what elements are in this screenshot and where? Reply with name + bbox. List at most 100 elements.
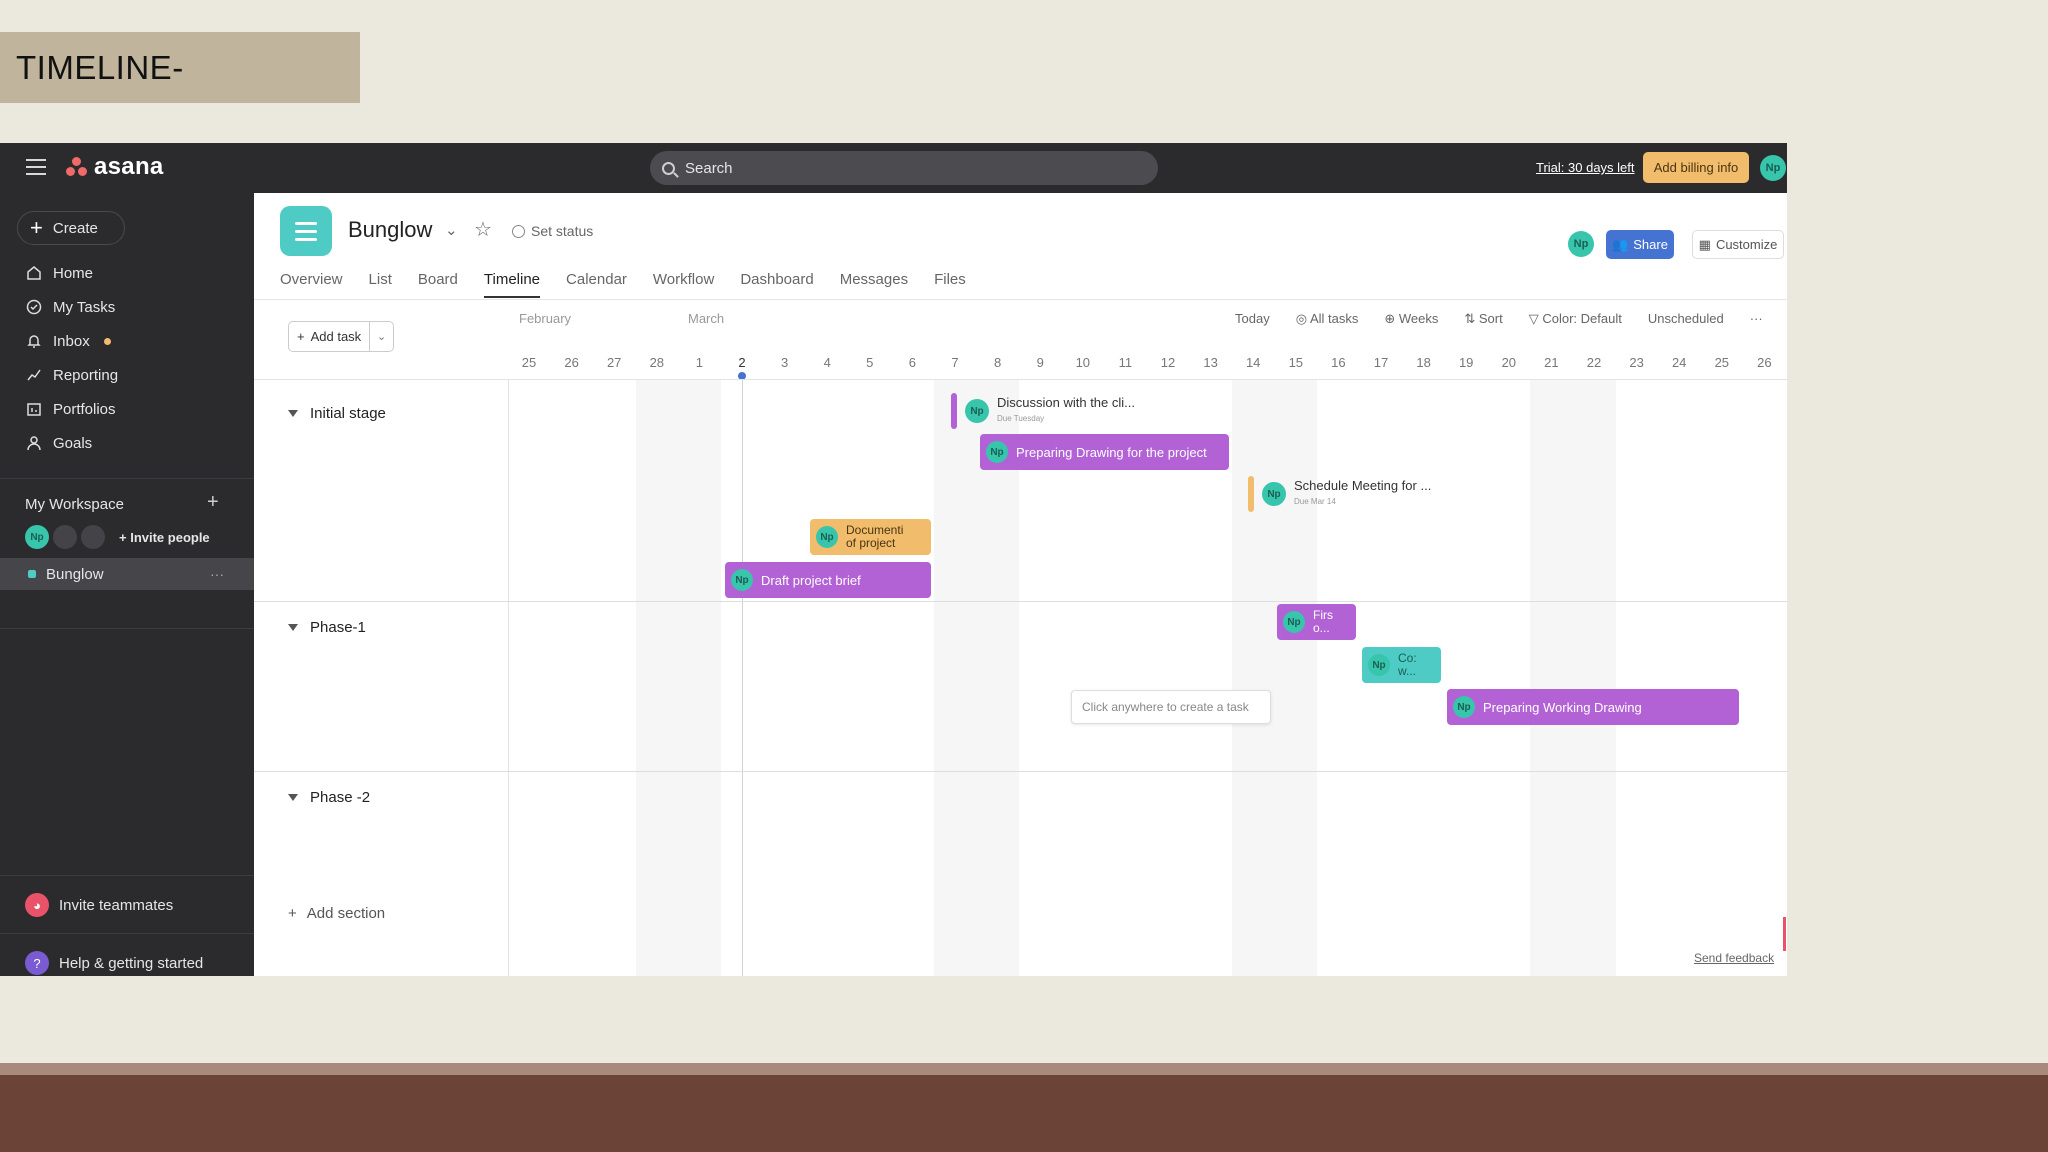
color-button[interactable]: ▽ Color: Default	[1529, 311, 1622, 327]
workspace-members: Np + Invite people	[25, 525, 210, 549]
tab-calendar[interactable]: Calendar	[566, 271, 627, 298]
tab-files[interactable]: Files	[934, 271, 966, 298]
sidebar-divider	[0, 628, 254, 629]
project-list-icon[interactable]	[280, 206, 332, 256]
send-feedback-link[interactable]: Send feedback	[1694, 951, 1774, 965]
project-member-avatar[interactable]: Np	[1568, 231, 1594, 257]
task-assignee-avatar: Np	[816, 526, 838, 548]
timeline-toolbar: Today ◎ All tasks ⊕ Weeks ⇅ Sort ▽ Color…	[1235, 311, 1763, 327]
unscheduled-button[interactable]: Unscheduled	[1648, 311, 1724, 327]
share-button[interactable]: 👥 Share	[1606, 230, 1674, 259]
task-first[interactable]: Np Firs o...	[1277, 604, 1356, 640]
section-initial-stage[interactable]: Initial stage	[288, 405, 386, 422]
add-task-label: Add task	[310, 329, 362, 344]
sort-button[interactable]: ⇅ Sort	[1464, 311, 1502, 327]
date-label: 8	[993, 355, 1002, 370]
customize-button[interactable]: ▦ Customize	[1692, 230, 1784, 259]
sidebar-divider	[0, 933, 254, 934]
task-title: Discussion with the cli...	[997, 395, 1135, 410]
all-tasks-filter[interactable]: ◎ All tasks	[1296, 311, 1359, 327]
asana-logo-icon	[66, 157, 88, 177]
task-preparing-working-drawing[interactable]: Np Preparing Working Drawing	[1447, 689, 1739, 725]
tab-list[interactable]: List	[369, 271, 392, 298]
section-label: Phase -2	[310, 789, 371, 806]
add-section-button[interactable]: + Add section	[288, 905, 385, 922]
task-assignee-avatar: Np	[1453, 696, 1475, 718]
task-documentation[interactable]: Np Documenti of project	[810, 519, 931, 555]
member-avatar[interactable]: Np	[25, 525, 49, 549]
add-task-button[interactable]: + Add task ⌄	[288, 321, 394, 352]
section-phase-1[interactable]: Phase-1	[288, 619, 366, 636]
chevron-down-icon[interactable]: ⌄	[370, 330, 393, 343]
asana-logo[interactable]: asana	[66, 153, 164, 181]
search-input[interactable]: Search	[650, 151, 1158, 185]
weekend-column	[1274, 379, 1318, 976]
add-workspace-item-button[interactable]: +	[207, 491, 219, 514]
project-color-dot	[28, 570, 36, 578]
collapse-triangle-icon[interactable]	[288, 624, 298, 631]
section-phase-2[interactable]: Phase -2	[288, 789, 370, 806]
member-avatar-placeholder	[53, 525, 77, 549]
sidebar-item-label: My Tasks	[53, 298, 116, 316]
sidebar-item-label: Portfolios	[53, 400, 116, 418]
tab-overview[interactable]: Overview	[280, 271, 343, 298]
today-button[interactable]: Today	[1235, 311, 1270, 327]
weekend-column	[635, 379, 679, 976]
header-divider	[254, 379, 1787, 380]
sidebar-item-portfolios[interactable]: Portfolios	[25, 392, 235, 426]
task-schedule-meeting[interactable]: Np Schedule Meeting for ... Due Mar 14	[1248, 476, 1431, 512]
user-avatar[interactable]: Np	[1760, 155, 1786, 181]
trial-link[interactable]: Trial: 30 days left	[1536, 160, 1635, 175]
date-label: 21	[1544, 355, 1559, 370]
plus-icon: +	[288, 905, 297, 922]
date-label: 22	[1586, 355, 1602, 370]
set-status-button[interactable]: Set status	[512, 223, 593, 239]
collapse-triangle-icon[interactable]	[288, 410, 298, 417]
chevron-down-icon[interactable]: ⌄	[445, 221, 458, 239]
invite-people-button[interactable]: + Invite people	[119, 530, 210, 545]
tab-workflow[interactable]: Workflow	[653, 271, 714, 298]
date-label: 24	[1671, 355, 1687, 370]
offscreen-task-indicator[interactable]	[1783, 917, 1786, 951]
task-consult[interactable]: Np Co: w...	[1362, 647, 1441, 683]
task-assignee-avatar: Np	[965, 399, 989, 423]
task-discussion[interactable]: Np Discussion with the cli... Due Tuesday	[951, 393, 1135, 429]
date-label: 19	[1458, 355, 1474, 370]
chart-line-icon	[25, 366, 43, 384]
create-task-hint[interactable]: Click anywhere to create a task	[1071, 690, 1271, 724]
help-icon: ?	[25, 951, 49, 975]
sort-label: Sort	[1478, 311, 1503, 326]
all-tasks-label: All tasks	[1309, 311, 1359, 326]
sort-icon: ⇅	[1464, 311, 1479, 326]
more-options-icon[interactable]: ···	[1750, 311, 1763, 327]
task-preparing-drawing[interactable]: Np Preparing Drawing for the project	[980, 434, 1229, 470]
add-task-main[interactable]: + Add task	[289, 322, 371, 351]
tab-timeline[interactable]: Timeline	[483, 271, 541, 298]
tab-board[interactable]: Board	[418, 271, 458, 298]
tab-dashboard[interactable]: Dashboard	[740, 271, 813, 298]
more-options-icon[interactable]: ···	[210, 566, 224, 582]
weeks-zoom[interactable]: ⊕ Weeks	[1384, 311, 1438, 327]
task-text: Firs o...	[1313, 609, 1333, 635]
slide-footer-line	[0, 1063, 2048, 1075]
add-billing-button[interactable]: Add billing info	[1643, 152, 1749, 183]
hamburger-menu-icon[interactable]	[26, 159, 46, 175]
help-getting-started-button[interactable]: ? Help & getting started	[25, 951, 203, 975]
collapse-triangle-icon[interactable]	[288, 794, 298, 801]
task-draft-project-brief[interactable]: Np Draft project brief	[725, 562, 931, 598]
sidebar-item-goals[interactable]: Goals	[25, 426, 235, 460]
invite-teammates-button[interactable]: ◕ Invite teammates	[25, 893, 173, 917]
date-label: 18	[1416, 355, 1431, 370]
portfolio-icon	[25, 400, 43, 418]
sidebar-project-bunglow[interactable]: Bunglow ···	[0, 558, 254, 590]
project-title[interactable]: Bunglow	[348, 217, 432, 243]
sidebar-item-inbox[interactable]: Inbox	[25, 324, 235, 358]
task-title: Preparing Working Drawing	[1483, 699, 1642, 715]
tab-messages[interactable]: Messages	[840, 271, 908, 298]
sidebar-item-home[interactable]: Home	[25, 256, 235, 290]
sidebar-item-reporting[interactable]: Reporting	[25, 358, 235, 392]
create-button[interactable]: + Create	[17, 211, 125, 245]
date-label: 26	[564, 355, 579, 370]
star-icon[interactable]: ☆	[474, 217, 492, 242]
sidebar-item-my-tasks[interactable]: My Tasks	[25, 290, 235, 324]
